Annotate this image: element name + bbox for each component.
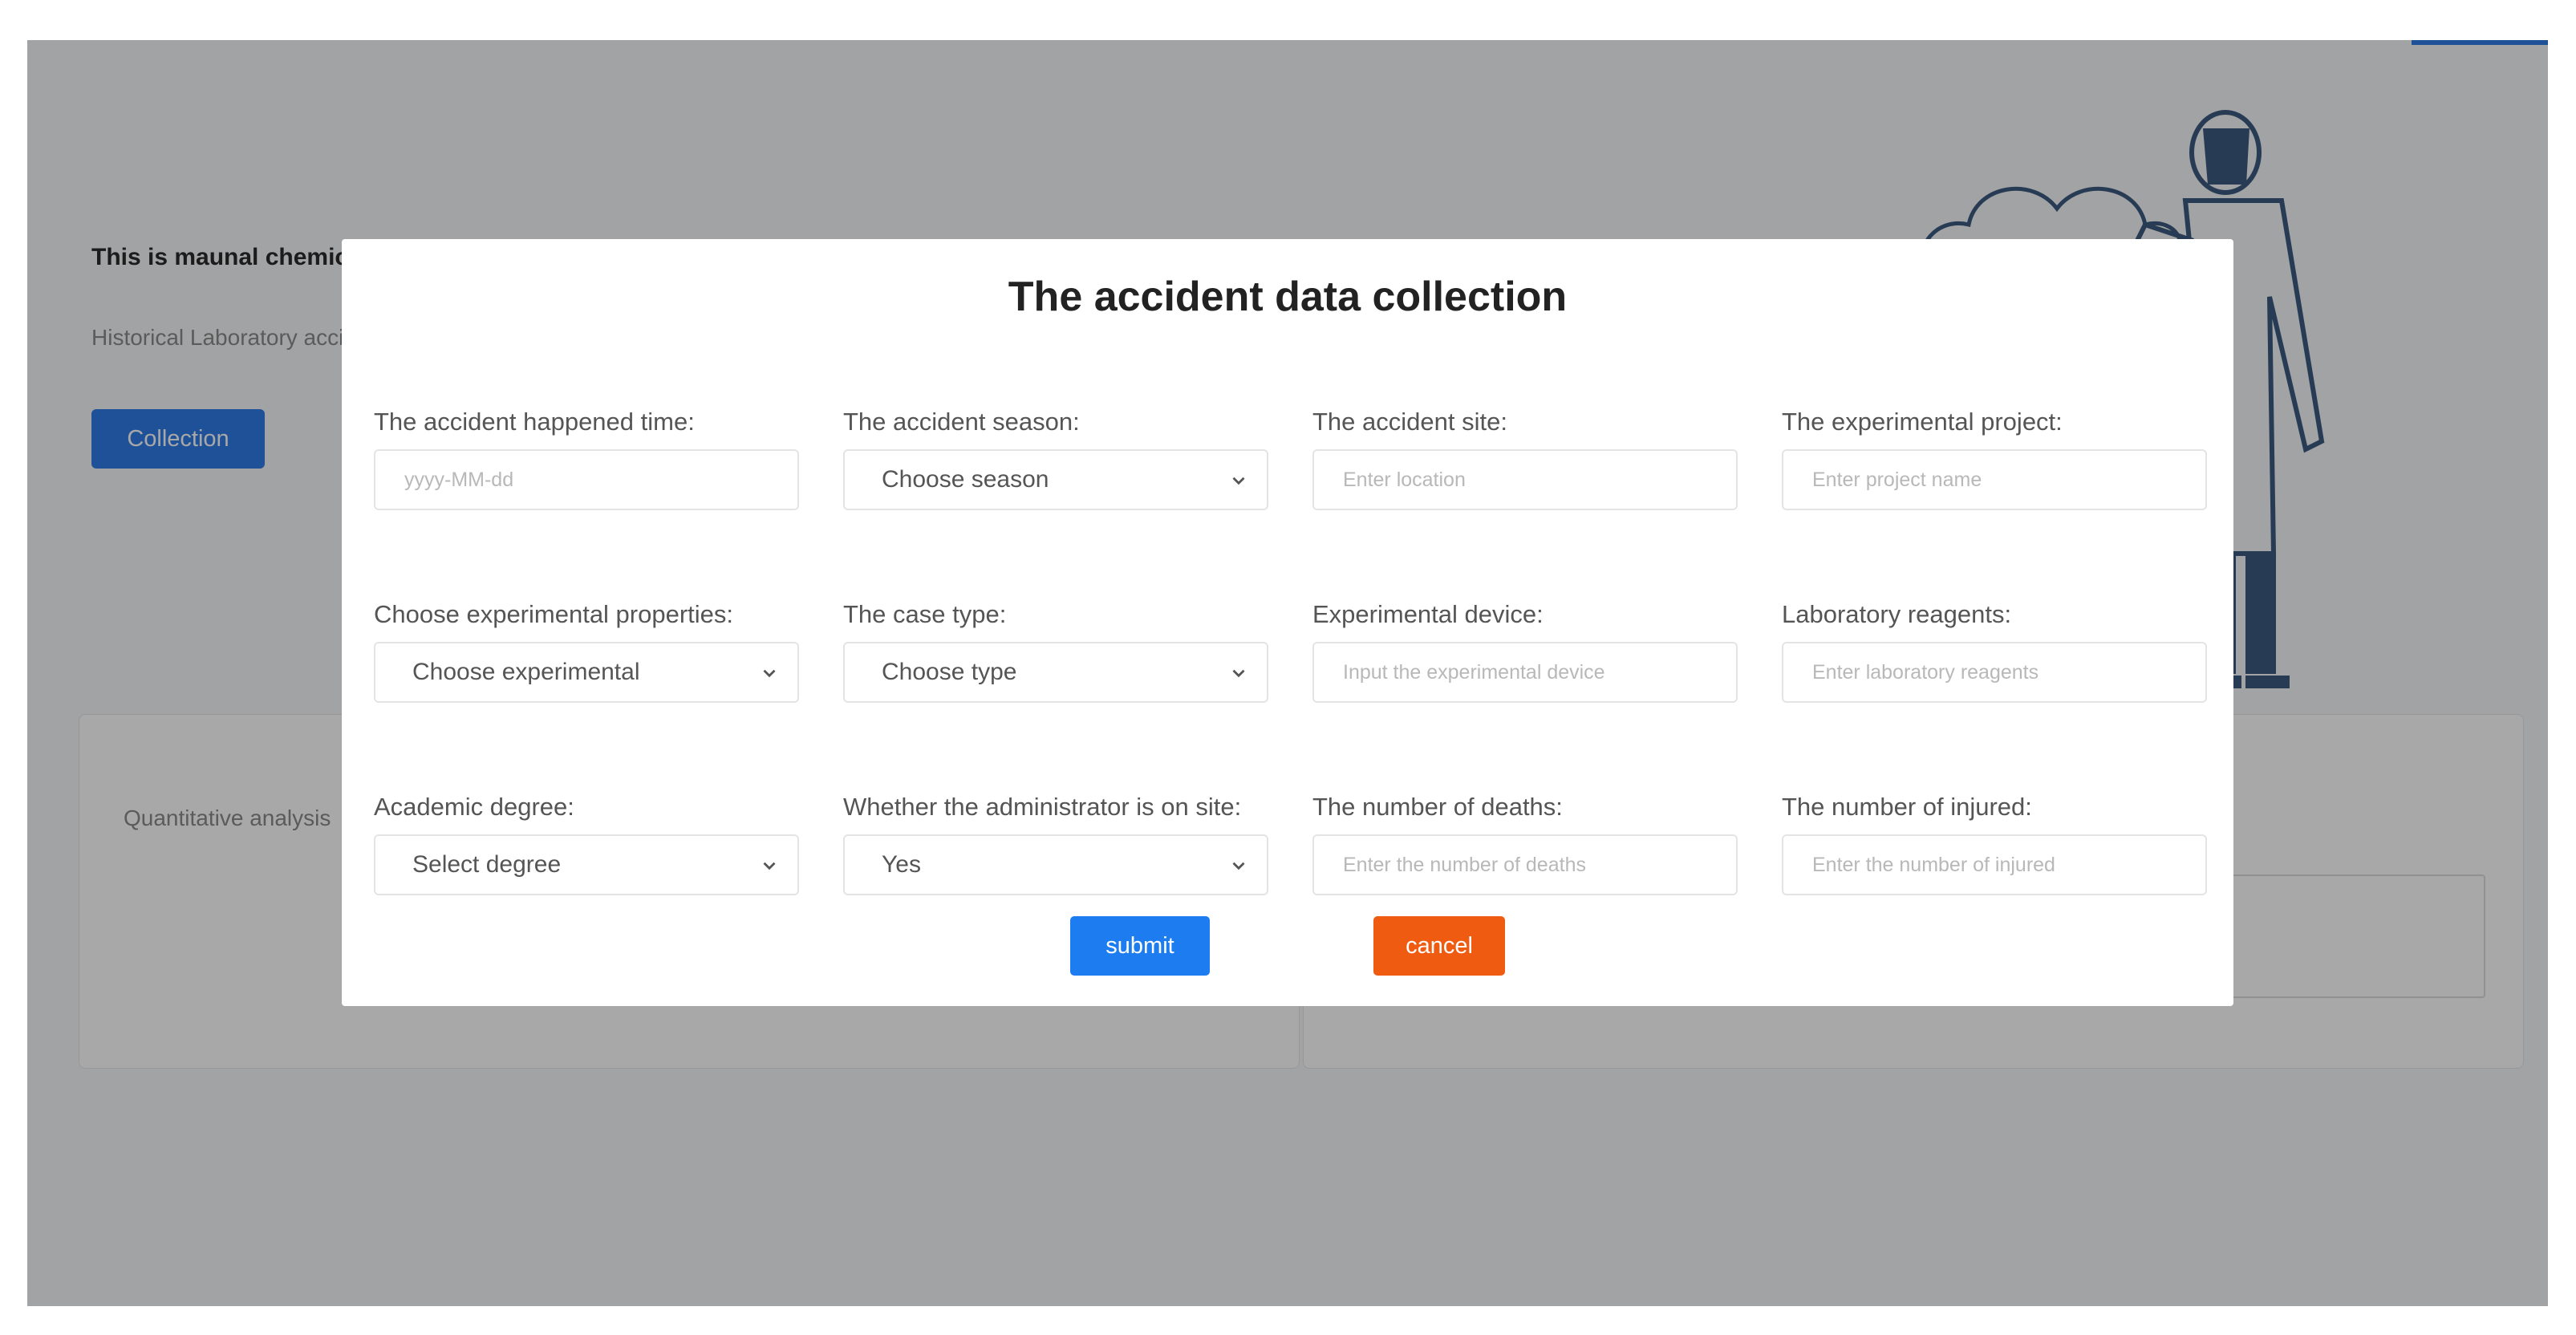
injured-input[interactable]: Enter the number of injured (1782, 834, 2207, 895)
degree-select[interactable]: Select degree (374, 834, 799, 895)
field-deaths: The number of deaths: Enter the number o… (1312, 789, 1738, 895)
field-case-type: The case type: Choose type (843, 597, 1268, 703)
field-label: The accident happened time: (374, 408, 695, 436)
field-label: The experimental project: (1782, 408, 2063, 436)
field-injured: The number of injured: Enter the number … (1782, 789, 2207, 895)
project-input[interactable]: Enter project name (1782, 449, 2207, 510)
administrator-select[interactable]: Yes (843, 834, 1268, 895)
field-label: The accident season: (843, 408, 1080, 436)
field-device: Experimental device: Input the experimen… (1312, 597, 1738, 703)
reagents-input[interactable]: Enter laboratory reagents (1782, 642, 2207, 703)
accident-data-modal: The accident data collection The acciden… (342, 239, 2233, 1006)
field-label: The number of deaths: (1312, 793, 1563, 821)
field-label: Choose experimental properties: (374, 600, 734, 628)
cancel-button[interactable]: cancel (1373, 916, 1505, 976)
field-label: Experimental device: (1312, 600, 1544, 628)
field-happened-time: The accident happened time: yyyy-MM-dd (374, 404, 799, 510)
date-input[interactable]: yyyy-MM-dd (374, 449, 799, 510)
submit-button[interactable]: submit (1070, 916, 1210, 976)
modal-title: The accident data collection (1008, 274, 1568, 320)
field-administrator-on-site: Whether the administrator is on site: Ye… (843, 789, 1268, 895)
field-label: Laboratory reagents: (1782, 600, 2012, 628)
field-reagents: Laboratory reagents: Enter laboratory re… (1782, 597, 2207, 703)
device-input[interactable]: Input the experimental device (1312, 642, 1738, 703)
field-label: The accident site: (1312, 408, 1507, 436)
field-season: The accident season: Choose season (843, 404, 1268, 510)
chevron-down-icon (763, 669, 776, 678)
field-experimental-properties: Choose experimental properties: Choose e… (374, 597, 799, 703)
experimental-properties-select[interactable]: Choose experimental (374, 642, 799, 703)
field-label: Whether the administrator is on site: (843, 793, 1242, 821)
season-select[interactable]: Choose season (843, 449, 1268, 510)
chevron-down-icon (763, 862, 776, 870)
field-label: Academic degree: (374, 793, 574, 821)
case-type-select[interactable]: Choose type (843, 642, 1268, 703)
site-input[interactable]: Enter location (1312, 449, 1738, 510)
field-site: The accident site: Enter location (1312, 404, 1738, 510)
chevron-down-icon (1232, 862, 1245, 870)
field-academic-degree: Academic degree: Select degree (374, 789, 799, 895)
field-project: The experimental project: Enter project … (1782, 404, 2207, 510)
deaths-input[interactable]: Enter the number of deaths (1312, 834, 1738, 895)
chevron-down-icon (1232, 669, 1245, 678)
field-label: The number of injured: (1782, 793, 2032, 821)
field-label: The case type: (843, 600, 1007, 628)
chevron-down-icon (1232, 477, 1245, 485)
